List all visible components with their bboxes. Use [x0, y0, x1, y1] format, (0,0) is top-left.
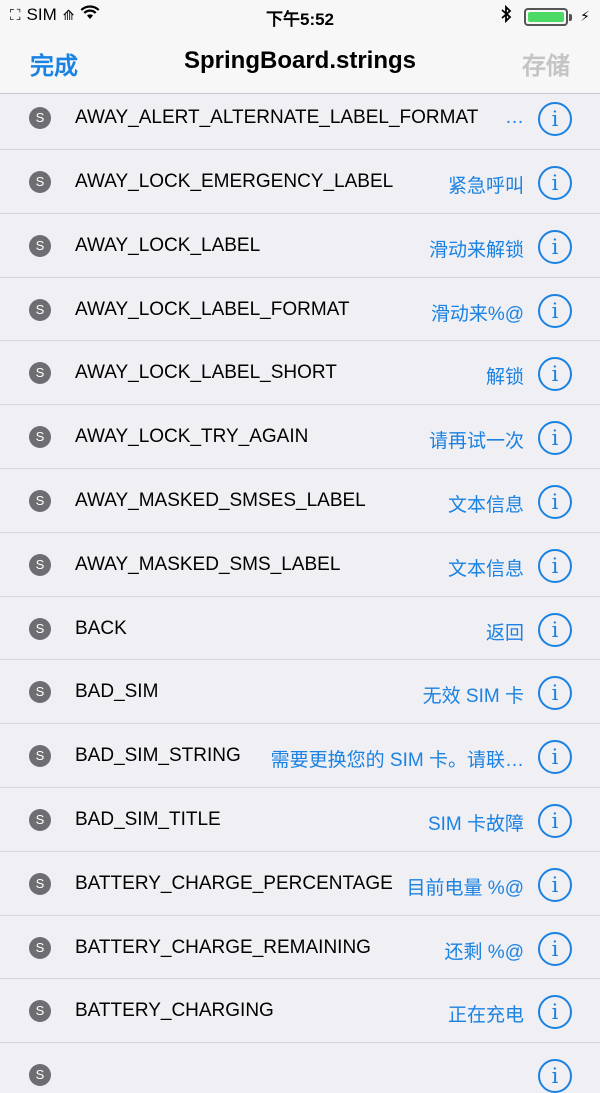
list-item[interactable]: S BATTERY_CHARGE_PERCENTAGE 目前电量 %@ i — [0, 852, 600, 916]
battery-fill — [528, 11, 565, 22]
string-value: 滑动来%@ — [430, 303, 524, 325]
list-item[interactable]: S BAD_SIM_STRING 需要更换您的 SIM 卡。请联… i — [0, 724, 600, 788]
info-icon[interactable]: i — [538, 484, 572, 519]
string-value: 解锁 — [485, 367, 524, 389]
string-type-icon: S — [29, 426, 51, 449]
string-type-icon: S — [29, 872, 51, 895]
string-key: BAD_SIM — [75, 681, 159, 703]
string-key: BACK — [75, 617, 127, 639]
list-item[interactable]: S AWAY_MASKED_SMSES_LABEL 文本信息 i — [0, 469, 600, 533]
info-icon[interactable]: i — [538, 548, 572, 583]
list-item[interactable]: S AWAY_LOCK_LABEL_SHORT 解锁 i — [0, 341, 600, 406]
string-key: BATTERY_CHARGE_REMAINING — [75, 936, 371, 958]
list-item[interactable]: S AWAY_LOCK_LABEL 滑动来解锁 i — [0, 214, 600, 278]
string-key: BATTERY_CHARGING — [75, 1000, 274, 1022]
info-icon[interactable]: i — [538, 229, 572, 264]
string-value: 文本信息 — [447, 494, 524, 516]
string-key: AWAY_LOCK_EMERGENCY_LABEL — [75, 171, 394, 192]
info-icon[interactable]: i — [538, 1059, 572, 1093]
string-type-icon: S — [29, 617, 51, 640]
string-value: 紧急呼叫 — [447, 176, 524, 197]
string-key: AWAY_LOCK_LABEL — [75, 234, 261, 256]
string-value: 正在充电 — [447, 1005, 524, 1027]
string-value: 还剩 %@ — [444, 941, 524, 963]
list-item[interactable]: S BATTERY_CHARGE_REMAINING 还剩 %@ i — [0, 916, 600, 980]
string-key: AWAY_MASKED_SMS_LABEL — [75, 553, 341, 575]
info-icon[interactable]: i — [538, 612, 572, 647]
string-key: BAD_SIM_STRING — [75, 745, 241, 767]
string-type-icon: S — [29, 171, 51, 193]
info-icon[interactable]: i — [538, 740, 572, 775]
string-value: 文本信息 — [447, 558, 524, 580]
list-item[interactable]: S AWAY_ALERT_ALTERNATE_LABEL_FORMAT … i — [0, 94, 600, 150]
status-right: ⚡ — [500, 4, 590, 28]
status-bar: ⛶ SIM ⟰ 下午5:52 ⚡ — [0, 0, 600, 30]
string-type-icon: S — [29, 745, 51, 768]
list-item-partial[interactable]: Si — [0, 1043, 600, 1093]
string-value: 目前电量 %@ — [406, 877, 524, 899]
list-item[interactable]: S BAD_SIM 无效 SIM 卡 i — [0, 660, 600, 725]
list-item[interactable]: S AWAY_LOCK_LABEL_FORMAT 滑动来%@ i — [0, 278, 600, 342]
string-type-icon: S — [29, 234, 51, 257]
string-type-icon: S — [29, 1000, 51, 1023]
info-icon[interactable]: i — [538, 676, 572, 711]
info-icon[interactable]: i — [538, 293, 572, 328]
list-item[interactable]: S AWAY_LOCK_EMERGENCY_LABEL 紧急呼叫 i — [0, 150, 600, 214]
string-type-icon: S — [29, 681, 51, 704]
save-button[interactable]: 存储 — [522, 46, 570, 81]
string-key: AWAY_LOCK_TRY_AGAIN — [75, 426, 309, 448]
string-type-icon: S — [29, 553, 51, 576]
info-icon[interactable]: i — [538, 995, 572, 1030]
list-item[interactable]: S BACK 返回 i — [0, 597, 600, 661]
string-type-icon: S — [29, 1064, 51, 1087]
string-value: 返回 — [485, 622, 524, 644]
string-key: AWAY_LOCK_LABEL_SHORT — [75, 362, 337, 384]
string-value: 请再试一次 — [428, 431, 524, 453]
info-icon[interactable]: i — [538, 803, 572, 838]
string-key: AWAY_MASKED_SMSES_LABEL — [75, 489, 366, 511]
string-type-icon: S — [29, 936, 51, 959]
string-type-icon: S — [29, 107, 51, 129]
info-icon[interactable]: i — [538, 931, 572, 966]
string-value: SIM 卡故障 — [427, 813, 524, 835]
string-value: 需要更换您的 SIM 卡。请联… — [270, 750, 524, 772]
list-item[interactable]: S BAD_SIM_TITLE SIM 卡故障 i — [0, 788, 600, 852]
strings-list[interactable]: S AWAY_ALERT_ALTERNATE_LABEL_FORMAT … i S AWA… — [0, 94, 600, 1093]
string-value: … — [505, 107, 524, 128]
string-type-icon: S — [29, 298, 51, 321]
string-key: BATTERY_CHARGE_PERCENTAGE — [75, 872, 393, 894]
bluetooth-icon — [500, 4, 512, 28]
info-icon[interactable]: i — [538, 357, 572, 392]
string-value: 滑动来解锁 — [428, 239, 524, 261]
charging-icon: ⚡ — [580, 8, 590, 24]
page-title: SpringBoard.strings — [183, 47, 417, 74]
string-type-icon: S — [29, 362, 51, 385]
string-type-icon: S — [29, 808, 51, 831]
list-item[interactable]: S AWAY_LOCK_TRY_AGAIN 请再试一次 i — [0, 405, 600, 469]
string-type-icon: S — [29, 489, 51, 512]
string-key: BAD_SIM_TITLE — [75, 808, 221, 830]
list-item[interactable]: S BATTERY_CHARGING 正在充电 i — [0, 979, 600, 1044]
navigation-bar: 完成 SpringBoard.strings 存储 — [0, 30, 600, 94]
list-item[interactable]: S AWAY_MASKED_SMS_LABEL 文本信息 i — [0, 533, 600, 597]
info-icon[interactable]: i — [538, 166, 572, 200]
string-key: AWAY_ALERT_ALTERNATE_LABEL_FORMAT — [75, 107, 479, 128]
battery-icon — [524, 7, 573, 26]
string-key: AWAY_LOCK_LABEL_FORMAT — [75, 298, 350, 320]
string-value: 无效 SIM 卡 — [422, 686, 524, 708]
info-icon[interactable]: i — [538, 867, 572, 902]
info-icon[interactable]: i — [538, 102, 572, 136]
info-icon[interactable]: i — [538, 421, 572, 456]
